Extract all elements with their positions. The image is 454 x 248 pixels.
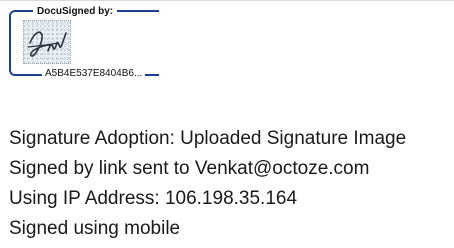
handwritten-signature-icon [27,31,67,57]
signed-mobile-line: Signed using mobile [9,218,181,239]
docusign-signature-block: DocuSigned by: A5B4E537E8404B6... [9,6,179,82]
docusigned-by-label: DocuSigned by: [33,6,118,18]
top-divider [0,0,454,1]
envelope-id: A5B4E537E8404B6... [42,68,146,80]
signature-details: Signature Adoption: Uploaded Signature I… [9,124,454,244]
signature-image [23,20,71,64]
signature-adoption-line: Signature Adoption: Uploaded Signature I… [9,128,407,149]
signed-by-link-line: Signed by link sent to Venkat@octoze.com [9,158,370,179]
ip-address-line: Using IP Address: 106.198.35.164 [9,188,298,209]
